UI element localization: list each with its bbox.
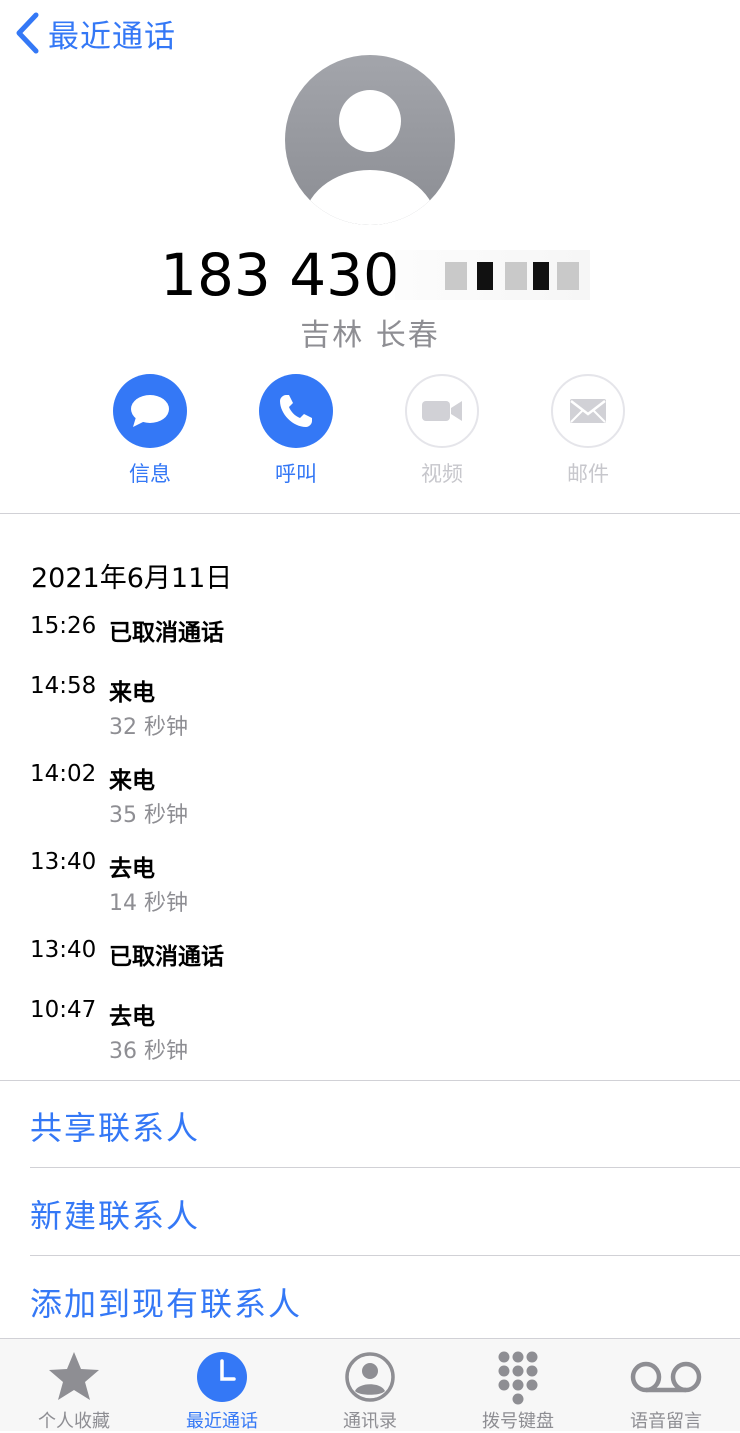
call-button[interactable]: 呼叫 — [256, 374, 336, 488]
call-duration: 14 秒钟 — [109, 891, 188, 916]
call-type: 来电 — [109, 768, 155, 794]
call-duration: 35 秒钟 — [109, 803, 188, 828]
mail-button[interactable]: 邮件 — [548, 374, 628, 488]
add-to-existing-contact-link[interactable]: 添加到现有联系人 — [30, 1279, 302, 1325]
tab-label: 拨号键盘 — [482, 1411, 554, 1432]
tab-label: 通讯录 — [343, 1411, 397, 1432]
phone-icon — [280, 395, 312, 427]
message-icon — [131, 395, 169, 427]
call-label: 呼叫 — [275, 462, 317, 486]
redaction-mask — [394, 250, 590, 300]
new-contact-link[interactable]: 新建联系人 — [30, 1191, 200, 1237]
call-time: 15:26 — [30, 613, 97, 639]
divider — [0, 513, 740, 514]
call-type: 已取消通话 — [109, 620, 224, 646]
avatar — [285, 55, 455, 225]
back-label: 最近通话 — [48, 18, 176, 55]
phone-number: 183 430 — [0, 240, 740, 310]
divider — [30, 1255, 740, 1256]
message-button[interactable]: 信息 — [110, 374, 190, 488]
star-icon — [49, 1352, 99, 1400]
tab-label: 最近通话 — [186, 1411, 258, 1432]
phone-number-text: 183 430 — [160, 241, 400, 309]
voicemail-icon — [630, 1361, 702, 1393]
tab-contacts[interactable]: 通讯录 — [296, 1339, 444, 1432]
tab-bar: 个人收藏 最近通话 通讯录 拨号键盘 语音留言 — [0, 1338, 740, 1432]
contacts-icon — [345, 1352, 395, 1402]
call-type: 来电 — [109, 680, 155, 706]
tab-label: 个人收藏 — [38, 1411, 110, 1432]
keypad-icon — [498, 1351, 538, 1405]
tab-keypad[interactable]: 拨号键盘 — [444, 1339, 592, 1432]
mail-icon — [570, 399, 606, 423]
divider — [30, 1167, 740, 1168]
call-duration: 36 秒钟 — [109, 1039, 188, 1064]
chevron-left-icon — [16, 12, 39, 54]
call-type: 已取消通话 — [109, 944, 224, 970]
call-time: 10:47 — [30, 997, 97, 1023]
call-type: 去电 — [109, 1004, 155, 1030]
call-time: 13:40 — [30, 849, 97, 875]
video-icon — [422, 401, 462, 421]
message-label: 信息 — [129, 462, 171, 486]
tab-voicemail[interactable]: 语音留言 — [592, 1339, 740, 1432]
call-time: 13:40 — [30, 937, 97, 963]
tab-label: 语音留言 — [630, 1411, 702, 1432]
call-type: 去电 — [109, 856, 155, 882]
history-date: 2021年6月11日 — [31, 563, 233, 594]
call-time: 14:58 — [30, 673, 97, 699]
call-time: 14:02 — [30, 761, 97, 787]
divider — [0, 1080, 740, 1081]
share-contact-link[interactable]: 共享联系人 — [30, 1103, 200, 1149]
location: 吉林 长春 — [300, 318, 440, 353]
mail-label: 邮件 — [567, 462, 609, 486]
video-button[interactable]: 视频 — [402, 374, 482, 488]
tab-recents[interactable]: 最近通话 — [148, 1339, 296, 1432]
clock-icon — [197, 1352, 247, 1402]
back-button[interactable]: 最近通话 — [14, 8, 176, 58]
tab-favorites[interactable]: 个人收藏 — [0, 1339, 148, 1432]
video-label: 视频 — [421, 462, 463, 486]
call-duration: 32 秒钟 — [109, 715, 188, 740]
